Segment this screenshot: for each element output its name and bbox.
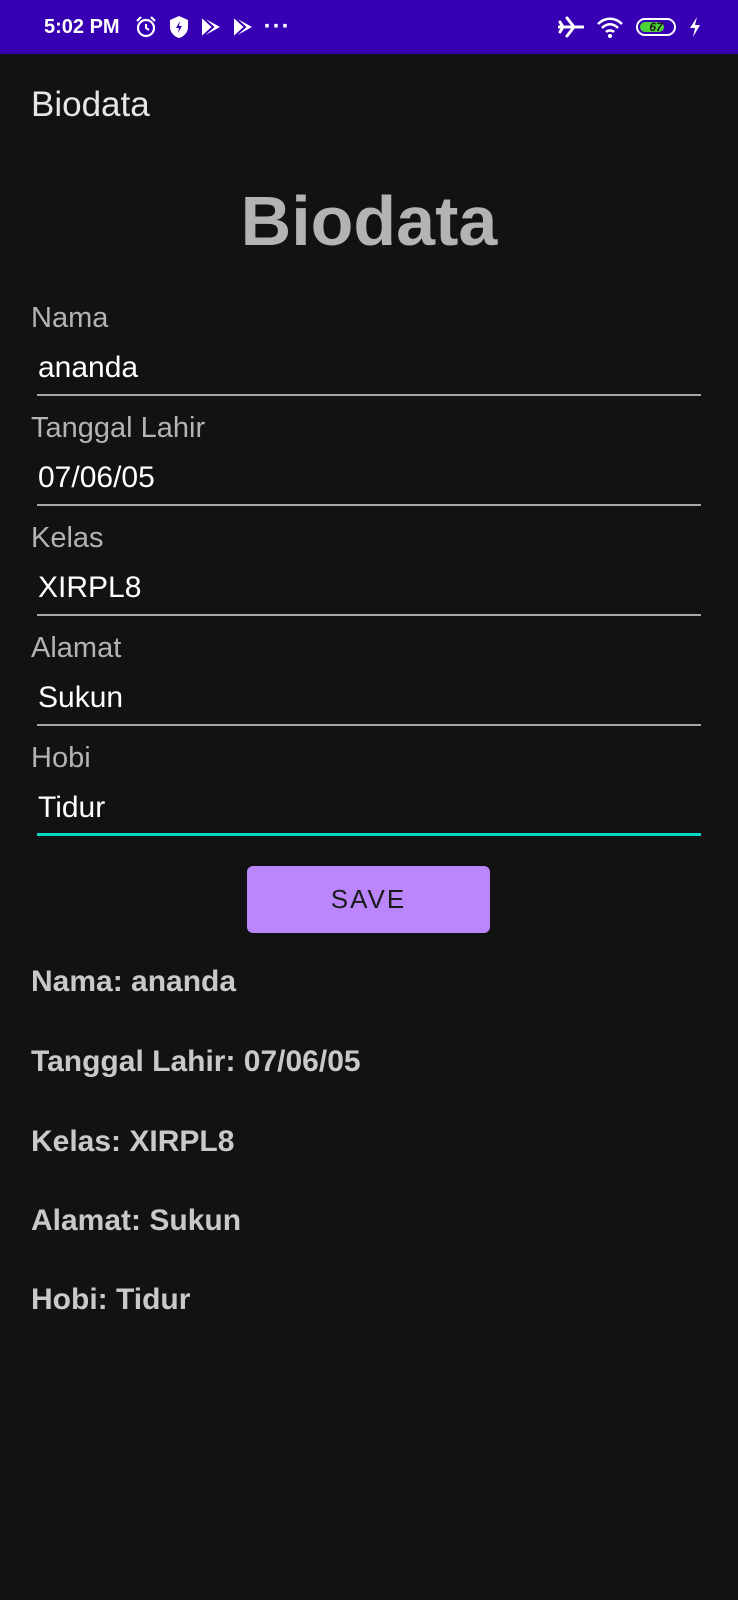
screen: 5:02 PM ··· 67 Biodata Biodata Nama anan… xyxy=(0,0,738,1600)
result-hobi: Hobi: Tidur xyxy=(31,1283,191,1316)
charging-icon xyxy=(688,16,702,38)
wifi-icon xyxy=(596,15,624,39)
tanggal-lahir-input[interactable] xyxy=(37,458,701,506)
page-heading: Biodata xyxy=(240,182,498,260)
battery-level: 67 xyxy=(649,20,663,34)
kelas-field: Kelas xyxy=(31,520,701,616)
nama-label: Nama xyxy=(31,302,109,334)
alamat-field: Alamat xyxy=(31,630,701,726)
alamat-label: Alamat xyxy=(31,632,122,664)
app-bar-title: Biodata xyxy=(31,84,150,124)
hobi-input[interactable] xyxy=(37,788,701,836)
result-alamat: Alamat: Sukun xyxy=(31,1204,242,1237)
nama-field: Nama xyxy=(31,300,701,396)
nama-input[interactable] xyxy=(37,348,701,396)
play-store-icon xyxy=(232,15,254,39)
kelas-input[interactable] xyxy=(37,568,701,616)
tanggal-lahir-label: Tanggal Lahir xyxy=(31,412,206,444)
app-bar: Biodata xyxy=(0,54,738,158)
airplane-mode-icon xyxy=(558,15,584,39)
hobi-label: Hobi xyxy=(31,742,91,774)
status-time: 5:02 PM xyxy=(44,15,120,38)
status-bar: 5:02 PM ··· 67 xyxy=(0,0,738,54)
alarm-icon xyxy=(134,15,158,39)
result-kelas: Kelas: XIRPL8 xyxy=(31,1125,235,1158)
kelas-label: Kelas xyxy=(31,522,104,554)
status-left: 5:02 PM ··· xyxy=(44,13,291,41)
tanggal-lahir-field: Tanggal Lahir xyxy=(31,410,701,506)
result-nama: Nama: ananda xyxy=(31,965,237,998)
shield-icon xyxy=(168,15,190,39)
play-store-icon xyxy=(200,15,222,39)
hobi-field: Hobi xyxy=(31,740,701,836)
status-right: 67 xyxy=(558,15,702,39)
result-tanggal-lahir: Tanggal Lahir: 07/06/05 xyxy=(31,1045,361,1078)
battery-icon: 67 xyxy=(636,18,676,36)
save-button[interactable]: SAVE xyxy=(247,866,490,933)
more-dots-icon: ··· xyxy=(263,13,291,40)
alamat-input[interactable] xyxy=(37,678,701,726)
